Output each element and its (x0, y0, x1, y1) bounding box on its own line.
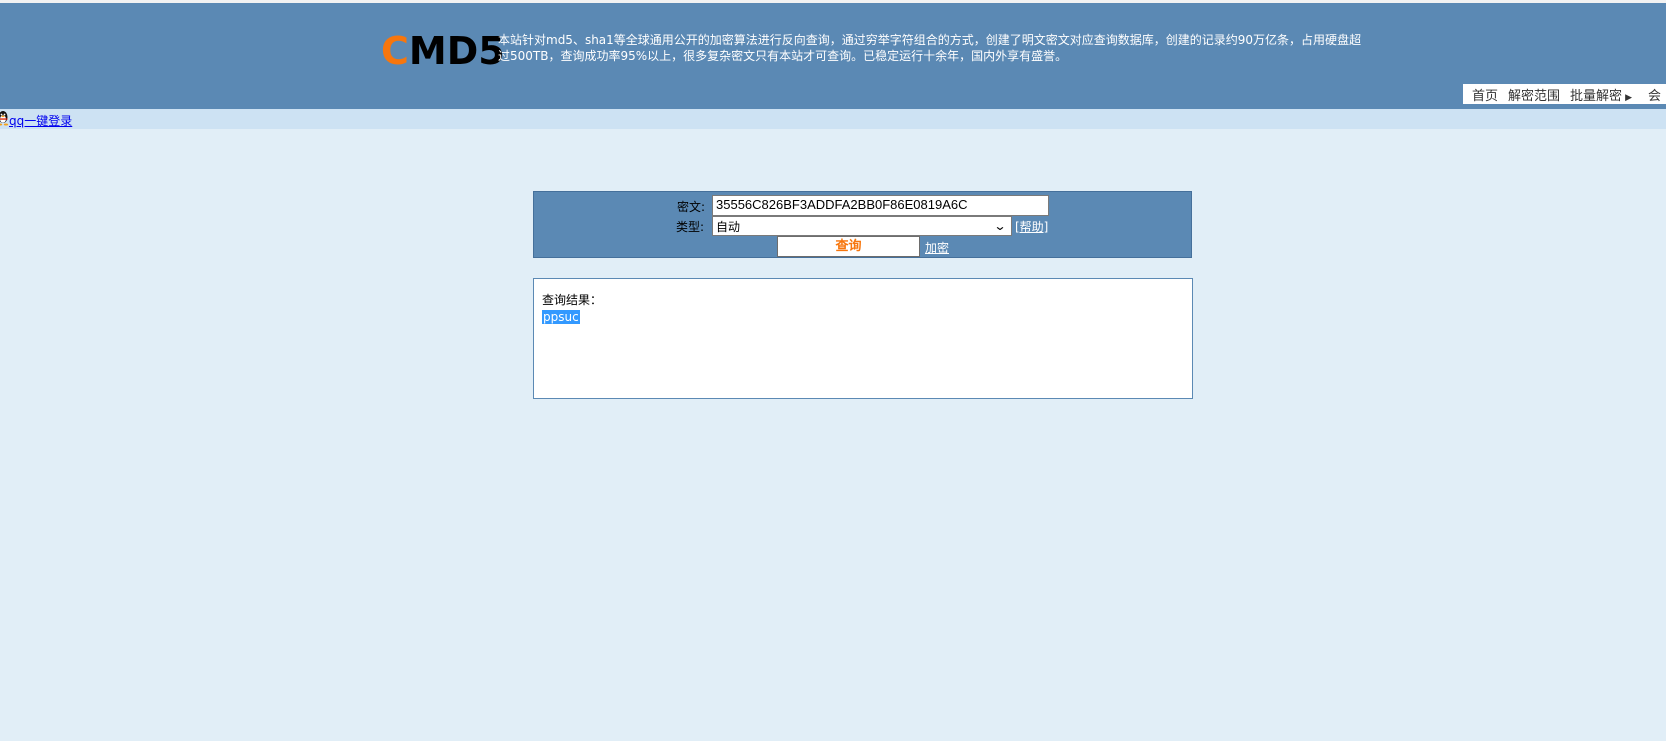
result-value[interactable]: ppsuc (542, 310, 580, 324)
top-nav: 首页 解密范围 批量解密 ▶ 会 (1463, 84, 1666, 104)
query-button[interactable]: 查询 (777, 236, 920, 257)
site-header: CMD5 本站针对md5、sha1等全球通用公开的加密算法进行反向查询，通过穷举… (0, 3, 1666, 109)
login-bar: qq一键登录 (0, 109, 1666, 129)
result-label: 查询结果： (542, 293, 603, 307)
site-intro-text: 本站针对md5、sha1等全球通用公开的加密算法进行反向查询，通过穷举字符组合的… (498, 33, 1362, 63)
qq-login-link[interactable]: qq一键登录 (9, 112, 72, 129)
type-select[interactable]: 自动 ⌄ (712, 216, 1012, 236)
type-select-value: 自动 (716, 219, 741, 234)
result-panel: 查询结果： ppsuc (533, 278, 1193, 399)
nav-item-decrypt-range[interactable]: 解密范围 (1503, 85, 1565, 104)
query-form: 密文: 35556C826BF3ADDFA2BB0F86E0819A6C 类型:… (533, 191, 1192, 258)
chevron-down-icon: ⌄ (993, 219, 1007, 233)
type-label: 类型: (676, 220, 705, 234)
nav-item-member[interactable]: 会 (1643, 85, 1666, 104)
logo-letter-c: C (381, 29, 409, 73)
cmd5-logo[interactable]: CMD5 (381, 27, 505, 75)
encrypt-link[interactable]: 加密 (925, 239, 949, 256)
nav-item-batch-decrypt-label: 批量解密 (1570, 88, 1623, 104)
nav-item-batch-decrypt[interactable]: 批量解密 ▶ (1565, 85, 1643, 104)
logo-text-md5: MD5 (408, 29, 505, 73)
cipher-input[interactable]: 35556C826BF3ADDFA2BB0F86E0819A6C (712, 195, 1049, 216)
help-link[interactable]: [帮助] (1015, 218, 1048, 235)
cipher-label: 密文: (677, 200, 706, 214)
caret-right-icon: ▶ (1625, 92, 1632, 103)
qq-penguin-icon (0, 111, 9, 126)
nav-item-home[interactable]: 首页 (1467, 85, 1503, 104)
